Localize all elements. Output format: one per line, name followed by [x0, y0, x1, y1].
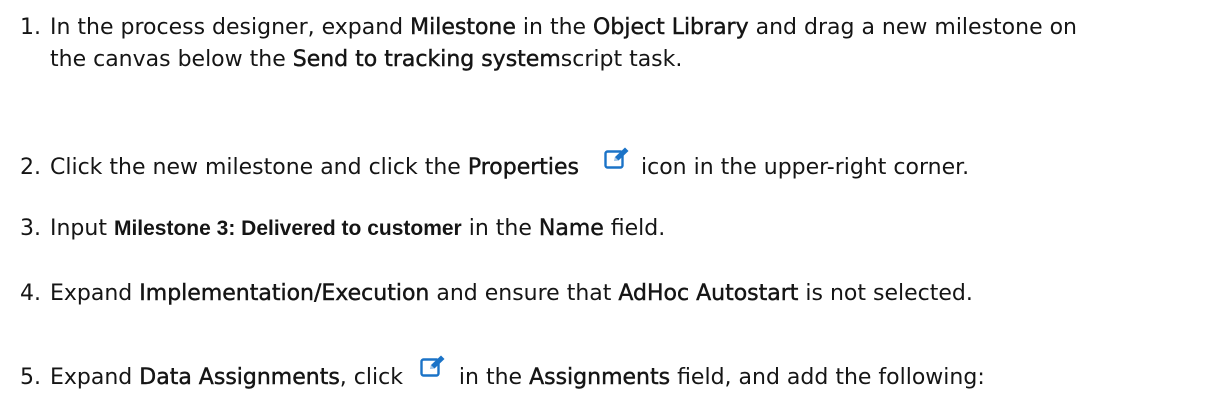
ui-term-name: Name [538, 216, 604, 241]
step-text: in the [515, 15, 594, 40]
step-text: is not selected. [798, 281, 973, 306]
step-text: the canvas below the [50, 47, 293, 72]
step-3: 3. Input Milestone 3: Delivered to custom… [20, 213, 665, 245]
step-5: 5. Expand Data Assignments, click in the … [20, 354, 985, 394]
step-2: 2. Click the new milestone and click the … [20, 146, 969, 184]
step-text: in the [451, 365, 530, 390]
step-text: Expand [50, 365, 140, 390]
edit-pencil-icon [604, 147, 629, 169]
step-number: 4. [20, 281, 41, 306]
step-text: field. [603, 216, 666, 241]
step-text: and drag a new milestone on [748, 15, 1078, 40]
step-text: field, and add the following: [670, 365, 985, 390]
step-number: 1. [20, 15, 41, 40]
step-text: in the [461, 216, 539, 241]
ui-term-object-library: Object Library [593, 15, 749, 40]
ui-term-adhoc-autostart: AdHoc Autostart [618, 281, 799, 306]
step-text: , click [339, 365, 410, 390]
step-text: script task. [560, 47, 683, 72]
ui-term-data-assignments: Data Assignments [139, 365, 340, 390]
ui-term-assignments: Assignments [529, 365, 671, 390]
ui-term-properties: Properties [467, 155, 580, 180]
ui-term-milestone: Milestone [410, 15, 516, 40]
ui-value-milestone-name: Milestone 3: Delivered to customer [113, 217, 462, 240]
instruction-list: 1. In the process designer, expand Milest… [0, 0, 1223, 408]
ui-term-implementation-execution: Implementation/Execution [139, 281, 430, 306]
step-text: Click the new milestone and click the [50, 155, 468, 180]
step-number: 5. [20, 365, 41, 390]
step-text: Expand [50, 281, 140, 306]
step-number: 2. [20, 155, 41, 180]
ui-term-send-to-tracking-system: Send to tracking system [292, 47, 561, 72]
step-text: In the process designer, expand [50, 15, 411, 40]
edit-pencil-icon [420, 355, 445, 377]
step-text: icon in the upper-right corner. [634, 155, 970, 180]
step-number: 3. [20, 216, 41, 241]
step-text: and ensure that [429, 281, 619, 306]
step-text: Input [50, 216, 114, 241]
step-1: 1. In the process designer, expand Milest… [20, 12, 1077, 76]
step-4: 4. Expand Implementation/Execution and en… [20, 278, 973, 310]
